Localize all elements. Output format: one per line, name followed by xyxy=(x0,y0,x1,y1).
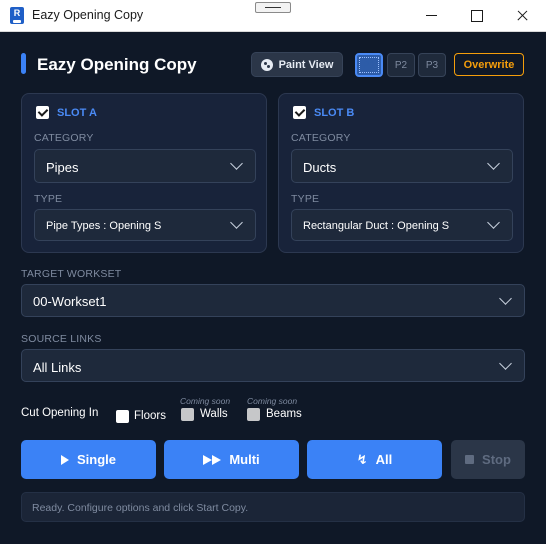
slot-a-type-label: TYPE xyxy=(34,193,63,205)
play-icon xyxy=(60,454,69,465)
source-links-value: All Links xyxy=(33,360,82,375)
walls-label: Walls xyxy=(200,408,228,420)
slot-a-category-select[interactable]: Pipes xyxy=(34,149,256,183)
target-workset-value: 00-Workset1 xyxy=(33,294,107,309)
minimize-button[interactable] xyxy=(408,0,454,32)
slot-a-type-select[interactable]: Pipe Types : Opening S xyxy=(34,209,256,241)
slot-b-category-value: Ducts xyxy=(303,160,337,175)
slot-b-category-select[interactable]: Ducts xyxy=(291,149,513,183)
multi-label: Multi xyxy=(229,452,260,467)
preset-p3-button[interactable]: P3 xyxy=(418,53,446,77)
chevron-down-icon xyxy=(487,157,500,170)
lightning-icon: ↯ xyxy=(356,452,368,467)
maximize-button[interactable] xyxy=(453,0,499,32)
chevron-down-icon xyxy=(230,157,243,170)
chevron-down-icon xyxy=(499,292,512,305)
close-button[interactable] xyxy=(499,0,545,32)
target-workset-label: TARGET WORKSET xyxy=(21,268,122,280)
window-title: Eazy Opening Copy xyxy=(32,8,144,22)
source-links-select[interactable]: All Links xyxy=(21,349,525,382)
walls-coming-soon-note: Coming soon xyxy=(180,396,231,406)
slot-b-title: SLOT B xyxy=(314,107,355,119)
slot-b-category-label: CATEGORY xyxy=(291,132,351,144)
slot-b-card: SLOT B CATEGORY Ducts TYPE Rectangular D… xyxy=(278,93,524,253)
slot-a-category-value: Pipes xyxy=(46,160,79,175)
status-bar: Ready. Configure options and click Start… xyxy=(21,492,525,522)
stop-label: Stop xyxy=(482,452,511,467)
chevron-down-icon xyxy=(230,216,243,229)
fast-forward-icon xyxy=(203,454,222,465)
slot-a-checkbox[interactable] xyxy=(36,106,49,119)
beams-checkbox[interactable] xyxy=(247,408,260,421)
single-label: Single xyxy=(76,452,116,467)
chevron-down-icon xyxy=(487,216,500,229)
target-workset-select[interactable]: 00-Workset1 xyxy=(21,284,525,317)
page-title: Eazy Opening Copy xyxy=(37,55,197,74)
cut-opening-label: Cut Opening In xyxy=(21,407,99,419)
preset-p1-button[interactable]: P1 xyxy=(355,53,383,77)
revit-app-icon: R xyxy=(10,7,24,24)
slot-b-type-label: TYPE xyxy=(291,193,320,205)
all-button[interactable]: ↯ All xyxy=(307,440,442,479)
walls-checkbox[interactable] xyxy=(181,408,194,421)
overwrite-button[interactable]: Overwrite xyxy=(454,53,524,76)
palette-icon xyxy=(260,58,273,71)
window-grip-handle[interactable] xyxy=(255,2,291,13)
stop-button[interactable]: Stop xyxy=(451,440,525,479)
paint-view-label: Paint View xyxy=(278,58,334,71)
status-text: Ready. Configure options and click Start… xyxy=(32,502,249,514)
all-label: All xyxy=(375,452,393,467)
chevron-down-icon xyxy=(499,357,512,370)
slot-a-title: SLOT A xyxy=(57,107,97,119)
paint-view-button[interactable]: Paint View xyxy=(251,52,343,77)
floors-checkbox[interactable] xyxy=(116,410,129,423)
single-button[interactable]: Single xyxy=(21,440,156,479)
window-title-bar: R Eazy Opening Copy xyxy=(0,0,546,32)
beams-coming-soon-note: Coming soon xyxy=(247,396,298,406)
title-accent-bar xyxy=(21,53,26,74)
slot-a-category-label: CATEGORY xyxy=(34,132,94,144)
preset-p2-button[interactable]: P2 xyxy=(387,53,415,77)
beams-label: Beams xyxy=(266,408,302,420)
floors-label: Floors xyxy=(134,410,166,422)
multi-button[interactable]: Multi xyxy=(164,440,299,479)
slot-b-checkbox[interactable] xyxy=(293,106,306,119)
slot-a-type-value: Pipe Types : Opening S xyxy=(46,220,162,232)
stop-icon xyxy=(465,455,475,464)
slot-b-type-select[interactable]: Rectangular Duct : Opening S xyxy=(291,209,513,241)
slot-b-type-value: Rectangular Duct : Opening S xyxy=(303,220,450,232)
slot-a-card: SLOT A CATEGORY Pipes TYPE Pipe Types : … xyxy=(21,93,267,253)
source-links-label: SOURCE LINKS xyxy=(21,333,102,345)
